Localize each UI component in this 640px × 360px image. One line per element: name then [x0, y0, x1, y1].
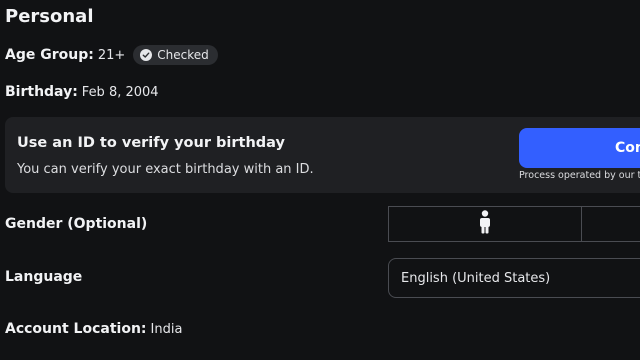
gender-option-male[interactable] [389, 207, 582, 241]
male-icon [478, 210, 492, 238]
age-group-row: Age Group: 21+ Checked [5, 45, 218, 65]
continue-button[interactable]: Continue [519, 128, 640, 168]
birthday-label: Birthday: [5, 84, 78, 100]
account-location-value: India [150, 321, 183, 337]
verify-description: You can verify your exact birthday with … [17, 162, 314, 177]
account-location-row: Account Location: India [5, 321, 182, 337]
birthday-row: Birthday: Feb 8, 2004 [5, 84, 159, 100]
personal-settings-page: Personal Age Group: 21+ Checked Birthday… [0, 0, 640, 360]
process-note: Process operated by our third-party part… [519, 170, 640, 181]
gender-label: Gender (Optional) [5, 216, 148, 232]
checked-badge-label: Checked [157, 48, 209, 62]
language-select[interactable]: English (United States) [388, 258, 640, 298]
age-group-label: Age Group: [5, 47, 94, 63]
verify-title: Use an ID to verify your birthday [17, 135, 285, 151]
checked-badge: Checked [133, 45, 218, 65]
gender-row: Gender (Optional) [5, 216, 147, 232]
gender-toggle [388, 206, 640, 242]
account-location-label: Account Location: [5, 321, 147, 337]
language-label: Language [5, 269, 83, 285]
check-circle-icon [140, 49, 153, 61]
language-selected-value: English (United States) [401, 270, 551, 286]
age-group-value: 21+ [97, 47, 126, 63]
birthday-value: Feb 8, 2004 [81, 84, 159, 100]
gender-option-female[interactable] [582, 207, 640, 241]
language-row: Language [5, 269, 82, 285]
verify-id-card: Use an ID to verify your birthday You ca… [5, 117, 640, 193]
section-title: Personal [5, 6, 94, 27]
